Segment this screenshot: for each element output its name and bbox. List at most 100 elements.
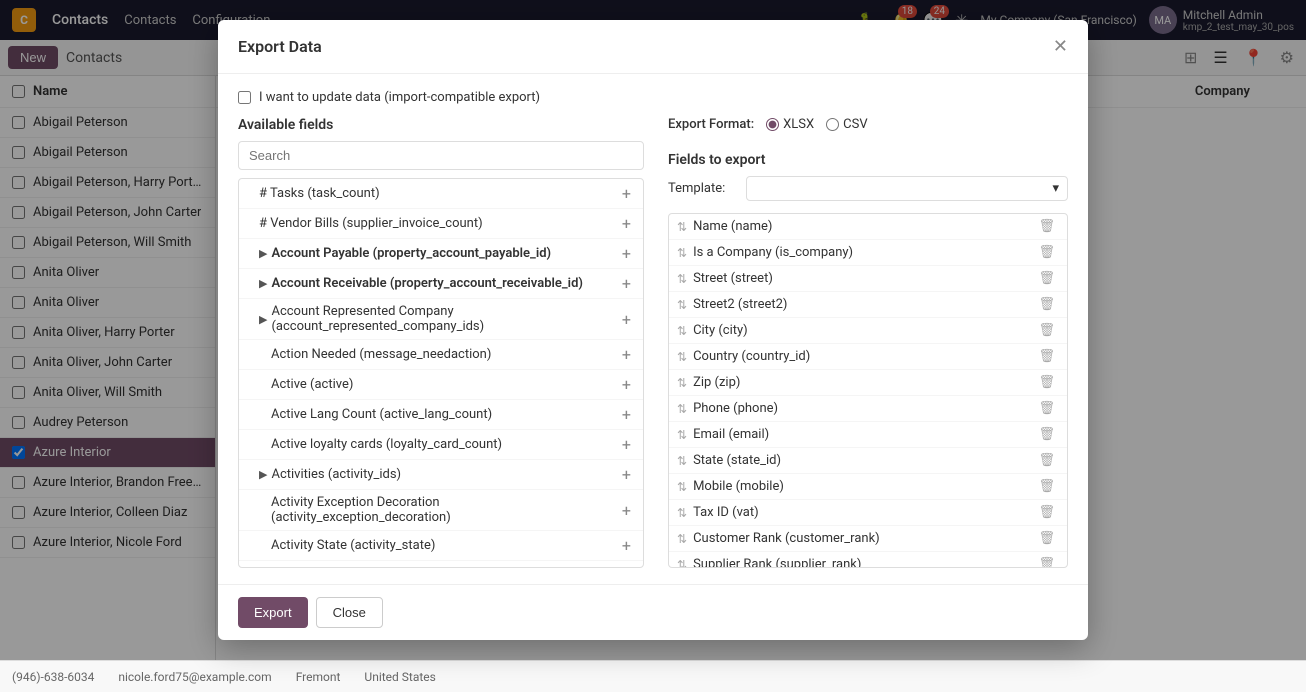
available-field-item[interactable]: Active loyalty cards (loyalty_card_count…: [239, 430, 643, 460]
export-field-item[interactable]: ⇅ Country (country_id)🗑: [669, 344, 1067, 370]
available-field-item[interactable]: Active Lang Count (active_lang_count)+: [239, 400, 643, 430]
add-field-button[interactable]: +: [618, 214, 635, 233]
delete-field-button[interactable]: 🗑: [1034, 427, 1059, 442]
field-item-label: Activity Exception Decoration (activity_…: [271, 495, 618, 525]
export-field-item[interactable]: ⇅Customer Rank (customer_rank)🗑: [669, 526, 1067, 552]
available-field-item[interactable]: ▶ Account Represented Company (account_re…: [239, 299, 643, 340]
field-item-label: Active (active): [271, 377, 618, 392]
export-field-item[interactable]: ⇅ Tax ID (vat)🗑: [669, 500, 1067, 526]
available-field-item[interactable]: Activity Type Icon (activity_type_icon)+: [239, 561, 643, 568]
delete-field-button[interactable]: 🗑: [1034, 479, 1059, 494]
available-field-item[interactable]: # Tasks (task_count)+: [239, 179, 643, 209]
delete-field-button[interactable]: 🗑: [1034, 505, 1059, 520]
drag-handle-icon[interactable]: ⇅: [677, 324, 687, 338]
available-fields-list: # Tasks (task_count)+# Vendor Bills (sup…: [238, 178, 644, 568]
drag-handle-icon[interactable]: ⇅: [677, 298, 687, 312]
delete-field-button[interactable]: 🗑: [1034, 531, 1059, 546]
import-compatible-checkbox[interactable]: [238, 91, 251, 104]
export-field-item[interactable]: ⇅Name (name)🗑: [669, 214, 1067, 240]
add-field-button[interactable]: +: [618, 435, 635, 454]
export-field-item[interactable]: ⇅Is a Company (is_company)🗑: [669, 240, 1067, 266]
chevron-right-icon: ▶: [259, 277, 267, 290]
export-field-label: Country (country_id): [693, 349, 1034, 364]
field-item-label: Account Represented Company (account_rep…: [271, 304, 617, 334]
available-field-item[interactable]: ▶Account Receivable (property_account_re…: [239, 269, 643, 299]
chevron-right-icon: ▶: [259, 313, 267, 326]
export-field-item[interactable]: ⇅Zip (zip)🗑: [669, 370, 1067, 396]
available-fields-panel: Available fields # Tasks (task_count)+# …: [238, 117, 644, 568]
delete-field-button[interactable]: 🗑: [1034, 271, 1059, 286]
available-field-item[interactable]: Action Needed (message_needaction)+: [239, 340, 643, 370]
available-field-item[interactable]: Activity State (activity_state)+: [239, 531, 643, 561]
export-field-item[interactable]: ⇅State (state_id)🗑: [669, 448, 1067, 474]
close-button[interactable]: Close: [316, 597, 383, 628]
add-field-button[interactable]: +: [618, 310, 635, 329]
delete-field-button[interactable]: 🗑: [1034, 401, 1059, 416]
add-field-button[interactable]: +: [618, 501, 635, 520]
drag-handle-icon[interactable]: ⇅: [677, 558, 687, 569]
drag-handle-icon[interactable]: ⇅: [677, 428, 687, 442]
city-name: Fremont: [296, 670, 341, 684]
export-button[interactable]: Export: [238, 597, 308, 628]
drag-handle-icon[interactable]: ⇅: [677, 532, 687, 546]
drag-handle-icon[interactable]: ⇅: [677, 402, 687, 416]
drag-handle-icon[interactable]: ⇅: [677, 506, 687, 520]
import-checkbox-label: I want to update data (import-compatible…: [259, 90, 540, 105]
xlsx-option[interactable]: XLSX: [766, 117, 814, 132]
add-field-button[interactable]: +: [618, 465, 635, 484]
template-label: Template:: [668, 181, 738, 196]
modal-two-col: Available fields # Tasks (task_count)+# …: [238, 117, 1068, 568]
bottom-bar: (946)-638-6034 nicole.ford75@example.com…: [0, 660, 1306, 692]
available-field-item[interactable]: Active (active)+: [239, 370, 643, 400]
delete-field-button[interactable]: 🗑: [1034, 245, 1059, 260]
export-field-item[interactable]: ⇅Street (street)🗑: [669, 266, 1067, 292]
modal-header: Export Data ✕: [218, 20, 1088, 74]
add-field-button[interactable]: +: [618, 536, 635, 555]
add-field-button[interactable]: +: [618, 566, 635, 568]
right-top: Export Format: XLSX CSV: [668, 117, 1068, 136]
export-field-item[interactable]: ⇅Street2 (street2)🗑: [669, 292, 1067, 318]
drag-handle-icon[interactable]: ⇅: [677, 272, 687, 286]
export-field-label: Tax ID (vat): [693, 505, 1034, 520]
drag-handle-icon[interactable]: ⇅: [677, 220, 687, 234]
email-address: nicole.ford75@example.com: [118, 670, 271, 684]
delete-field-button[interactable]: 🗑: [1034, 297, 1059, 312]
csv-option[interactable]: CSV: [826, 117, 867, 132]
export-field-item[interactable]: ⇅Phone (phone)🗑: [669, 396, 1067, 422]
csv-radio[interactable]: [826, 118, 839, 131]
template-select[interactable]: ▾: [746, 176, 1068, 201]
country-name: United States: [364, 670, 435, 684]
add-field-button[interactable]: +: [618, 274, 635, 293]
add-field-button[interactable]: +: [618, 375, 635, 394]
export-field-item[interactable]: ⇅City (city)🗑: [669, 318, 1067, 344]
drag-handle-icon[interactable]: ⇅: [677, 454, 687, 468]
add-field-button[interactable]: +: [618, 405, 635, 424]
drag-handle-icon[interactable]: ⇅: [677, 480, 687, 494]
delete-field-button[interactable]: 🗑: [1034, 557, 1059, 568]
export-field-item[interactable]: ⇅ Supplier Rank (supplier_rank)🗑: [669, 552, 1067, 568]
delete-field-button[interactable]: 🗑: [1034, 323, 1059, 338]
delete-field-button[interactable]: 🗑: [1034, 219, 1059, 234]
add-field-button[interactable]: +: [618, 345, 635, 364]
drag-handle-icon[interactable]: ⇅: [677, 376, 687, 390]
phone-number: (946)-638-6034: [12, 670, 94, 684]
drag-handle-icon[interactable]: ⇅: [677, 350, 687, 364]
available-field-item[interactable]: Activity Exception Decoration (activity_…: [239, 490, 643, 531]
drag-handle-icon[interactable]: ⇅: [677, 246, 687, 260]
search-input[interactable]: [238, 141, 644, 170]
delete-field-button[interactable]: 🗑: [1034, 375, 1059, 390]
export-field-item[interactable]: ⇅Mobile (mobile)🗑: [669, 474, 1067, 500]
xlsx-radio[interactable]: [766, 118, 779, 131]
available-field-item[interactable]: ▶Activities (activity_ids)+: [239, 460, 643, 490]
delete-field-button[interactable]: 🗑: [1034, 453, 1059, 468]
available-field-item[interactable]: # Vendor Bills (supplier_invoice_count)+: [239, 209, 643, 239]
add-field-button[interactable]: +: [618, 244, 635, 263]
modal-overlay: Export Data ✕ I want to update data (imp…: [0, 0, 1306, 660]
modal-footer: Export Close: [218, 584, 1088, 640]
delete-field-button[interactable]: 🗑: [1034, 349, 1059, 364]
available-field-item[interactable]: ▶Account Payable (property_account_payab…: [239, 239, 643, 269]
export-field-item[interactable]: ⇅Email (email)🗑: [669, 422, 1067, 448]
close-icon[interactable]: ✕: [1053, 36, 1068, 57]
export-field-label: Supplier Rank (supplier_rank): [693, 557, 1034, 568]
add-field-button[interactable]: +: [618, 184, 635, 203]
